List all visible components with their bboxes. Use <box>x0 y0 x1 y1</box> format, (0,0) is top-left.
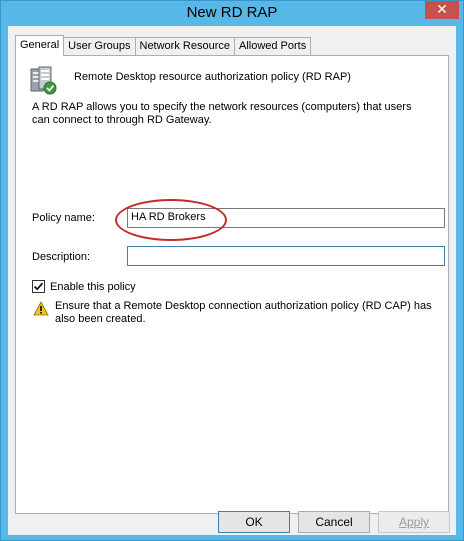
ok-button[interactable]: OK <box>218 511 290 533</box>
close-button[interactable]: ✕ <box>425 1 459 19</box>
cap-warning-text: Ensure that a Remote Desktop connection … <box>55 300 432 325</box>
enable-policy-checkbox[interactable] <box>32 280 45 293</box>
description-label: Description: <box>32 251 91 263</box>
general-tab-panel: Remote Desktop resource authorization po… <box>15 55 449 514</box>
tab-network-resource[interactable]: Network Resource <box>134 37 235 56</box>
tab-strip: General User Groups Network Resource All… <box>15 35 312 56</box>
tab-allowed-ports[interactable]: Allowed Ports <box>233 37 312 56</box>
close-icon: ✕ <box>436 1 448 17</box>
tab-user-groups[interactable]: User Groups <box>63 37 136 56</box>
enable-policy-label[interactable]: Enable this policy <box>50 281 136 293</box>
description-field[interactable] <box>127 246 445 266</box>
dialog-client: General User Groups Network Resource All… <box>8 26 456 535</box>
annotation-highlight-circle <box>115 199 227 241</box>
policy-type-heading: Remote Desktop resource authorization po… <box>74 71 351 83</box>
apply-button[interactable]: Apply <box>378 511 450 533</box>
window-title: New RD RAP <box>186 4 278 21</box>
title-bar[interactable]: New RD RAP ✕ <box>1 1 463 25</box>
policy-description-text: A RD RAP allows you to specify the netwo… <box>32 101 412 126</box>
server-policy-icon <box>30 66 57 95</box>
dialog-window: New RD RAP ✕ General User Groups Network… <box>0 0 464 541</box>
checkmark-icon <box>33 282 44 291</box>
warning-icon <box>33 301 49 316</box>
tab-general[interactable]: General <box>15 35 65 56</box>
policy-name-label: Policy name: <box>32 212 95 224</box>
apply-button-label: Apply <box>398 515 430 529</box>
cancel-button[interactable]: Cancel <box>298 511 370 533</box>
